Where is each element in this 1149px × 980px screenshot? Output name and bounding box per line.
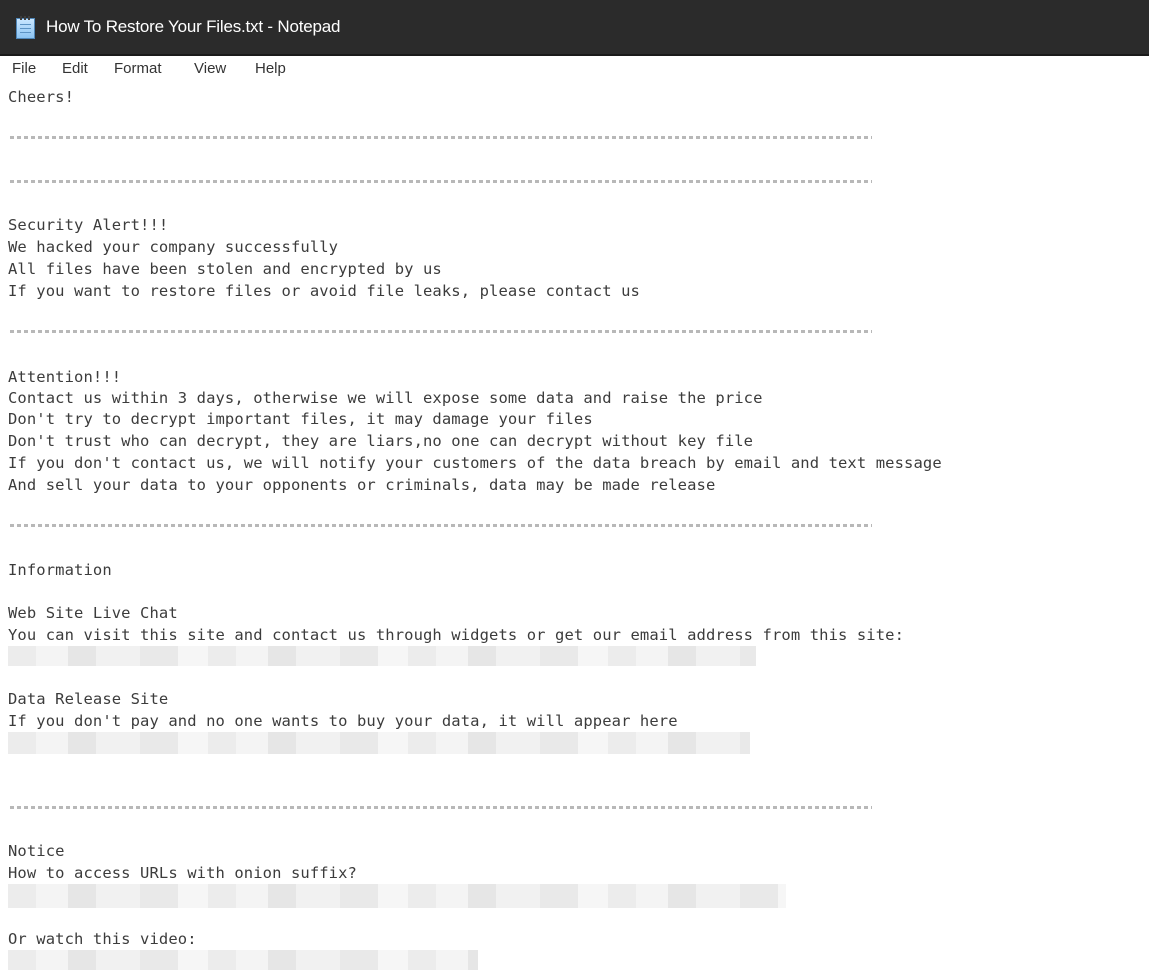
data-release-line: If you don't pay and no one wants to buy…: [8, 712, 678, 730]
security-alert-line: We hacked your company successfully: [8, 238, 339, 256]
attention-line: And sell your data to your opponents or …: [8, 476, 716, 494]
attention-line: Don't trust who can decrypt, they are li…: [8, 432, 754, 450]
redacted-url: [8, 732, 750, 754]
notice-heading: Notice: [8, 842, 65, 860]
separator-line: [10, 806, 872, 809]
redacted-url: [8, 646, 756, 666]
menu-view[interactable]: View: [194, 60, 226, 77]
title-bar[interactable]: How To Restore Your Files.txt - Notepad: [0, 0, 1149, 56]
information-heading: Information: [8, 561, 112, 579]
redacted-url: [8, 950, 478, 970]
greeting-line: Cheers!: [8, 88, 75, 106]
menu-bar: File Edit Format View Help: [0, 56, 1149, 84]
video-line: Or watch this video:: [8, 930, 197, 948]
window-title: How To Restore Your Files.txt - Notepad: [46, 17, 341, 36]
menu-edit[interactable]: Edit: [62, 60, 88, 77]
notepad-icon: [16, 16, 35, 39]
attention-line: Contact us within 3 days, otherwise we w…: [8, 389, 763, 407]
separator-line: [10, 330, 872, 333]
redacted-url: [8, 884, 786, 908]
separator-line: [10, 136, 872, 139]
web-chat-heading: Web Site Live Chat: [8, 604, 178, 622]
security-alert-line: If you want to restore files or avoid fi…: [8, 282, 640, 300]
separator-line: [10, 524, 872, 527]
security-alert-line: All files have been stolen and encrypted…: [8, 260, 442, 278]
text-editor[interactable]: Cheers! Security Alert!!! We hacked your…: [0, 84, 1149, 980]
separator-line: [10, 180, 872, 183]
web-chat-line: You can visit this site and contact us t…: [8, 626, 905, 644]
menu-file[interactable]: File: [12, 60, 36, 77]
notice-line: How to access URLs with onion suffix?: [8, 864, 357, 882]
menu-format[interactable]: Format: [114, 60, 162, 77]
data-release-heading: Data Release Site: [8, 690, 169, 708]
menu-help[interactable]: Help: [255, 60, 286, 77]
security-alert-heading: Security Alert!!!: [8, 216, 169, 234]
attention-line: If you don't contact us, we will notify …: [8, 454, 942, 472]
attention-line: Don't try to decrypt important files, it…: [8, 410, 593, 428]
attention-heading: Attention!!!: [8, 368, 122, 386]
